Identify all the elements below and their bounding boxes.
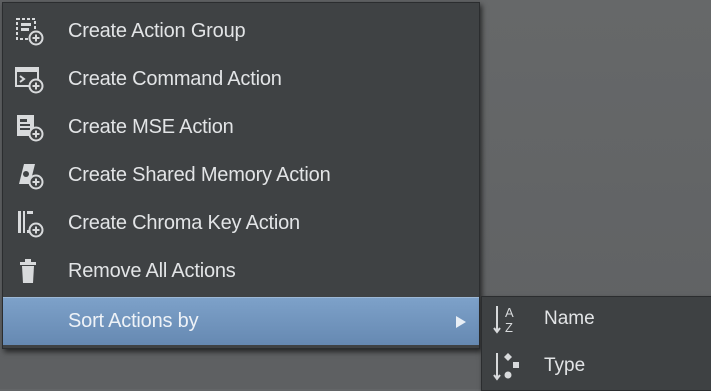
menu-item-label: Create Shared Memory Action: [68, 163, 331, 186]
menu-item-label: Create Chroma Key Action: [68, 211, 300, 234]
submenu-item-sort-by-type[interactable]: Type: [482, 344, 711, 390]
shared-memory-action-add-icon: [14, 160, 44, 190]
menu-item-create-command-action[interactable]: Create Command Action: [3, 55, 479, 103]
menu-item-sort-actions-by[interactable]: Sort Actions by: [3, 297, 479, 345]
menu-item-label: Remove All Actions: [68, 259, 236, 282]
menu-item-remove-all-actions[interactable]: Remove All Actions: [3, 247, 479, 295]
trash-icon: [14, 256, 44, 286]
submenu-item-label: Type: [544, 355, 586, 376]
context-menu: Create Action Group Create Command Actio…: [2, 2, 480, 349]
chroma-key-action-add-icon: [14, 208, 44, 238]
menu-item-label: Create MSE Action: [68, 115, 234, 138]
submenu-item-label: Name: [544, 308, 595, 329]
menu-item-create-chroma-key-action[interactable]: Create Chroma Key Action: [3, 199, 479, 247]
mse-action-add-icon: [14, 112, 44, 142]
action-group-add-icon: [14, 16, 44, 46]
menu-item-create-action-group[interactable]: Create Action Group: [3, 7, 479, 55]
sort-submenu: A Z Name Type: [481, 296, 711, 391]
sort-az-icon: A Z: [492, 303, 526, 337]
submenu-item-sort-by-name[interactable]: A Z Name: [482, 297, 711, 343]
svg-text:A: A: [505, 305, 514, 320]
menu-item-label: Create Command Action: [68, 67, 282, 90]
command-action-add-icon: [14, 64, 44, 94]
menu-item-create-mse-action[interactable]: Create MSE Action: [3, 103, 479, 151]
svg-text:Z: Z: [505, 320, 513, 335]
sort-type-icon: [492, 350, 526, 384]
menu-item-label: Sort Actions by: [68, 310, 199, 332]
submenu-arrow-icon: [456, 315, 466, 328]
menu-item-label: Create Action Group: [68, 19, 246, 42]
menu-item-create-shared-memory-action[interactable]: Create Shared Memory Action: [3, 151, 479, 199]
